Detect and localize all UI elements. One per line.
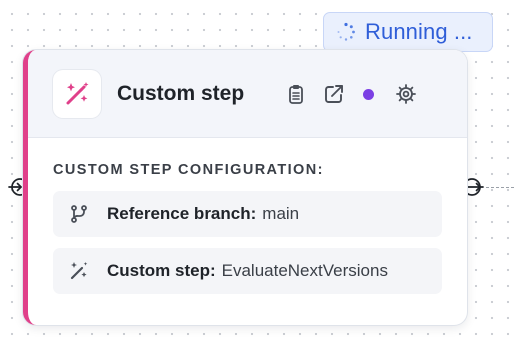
settings-button[interactable] [392,80,420,108]
open-external-button[interactable] [320,80,348,108]
node-title: Custom step [117,81,245,105]
magic-wand-icon [66,81,89,104]
spinner-icon [337,22,355,41]
status-indicator [354,80,382,108]
copy-button[interactable] [282,80,310,108]
node-body: CUSTOM STEP CONFIGURATION: Reference bra… [28,138,467,294]
config-row-reference-branch: Reference branch: main [53,191,442,237]
node-icon-box [53,69,101,118]
config-value: EvaluateNextVersions [221,261,388,280]
status-label: Running ... [365,19,473,44]
clipboard-icon [289,85,303,104]
config-heading: CUSTOM STEP CONFIGURATION: [53,162,324,178]
config-row-custom-step: Custom step: EvaluateNextVersions [53,248,442,294]
node-actions [282,50,420,138]
config-label: Custom step: [107,261,216,280]
external-link-icon [325,85,343,103]
config-value: main [262,204,300,223]
outgoing-edge [486,187,514,188]
status-dot [362,88,374,100]
status-badge: Running ... [323,12,493,52]
gear-icon [396,84,416,104]
node-header: Custom step [28,50,467,138]
magic-wand-icon [68,260,90,282]
config-label: Reference branch: [107,204,257,223]
custom-step-node[interactable]: Custom step CUSTOM STEP CONFIGURATION: R… [23,50,467,325]
git-branch-icon [68,203,90,225]
